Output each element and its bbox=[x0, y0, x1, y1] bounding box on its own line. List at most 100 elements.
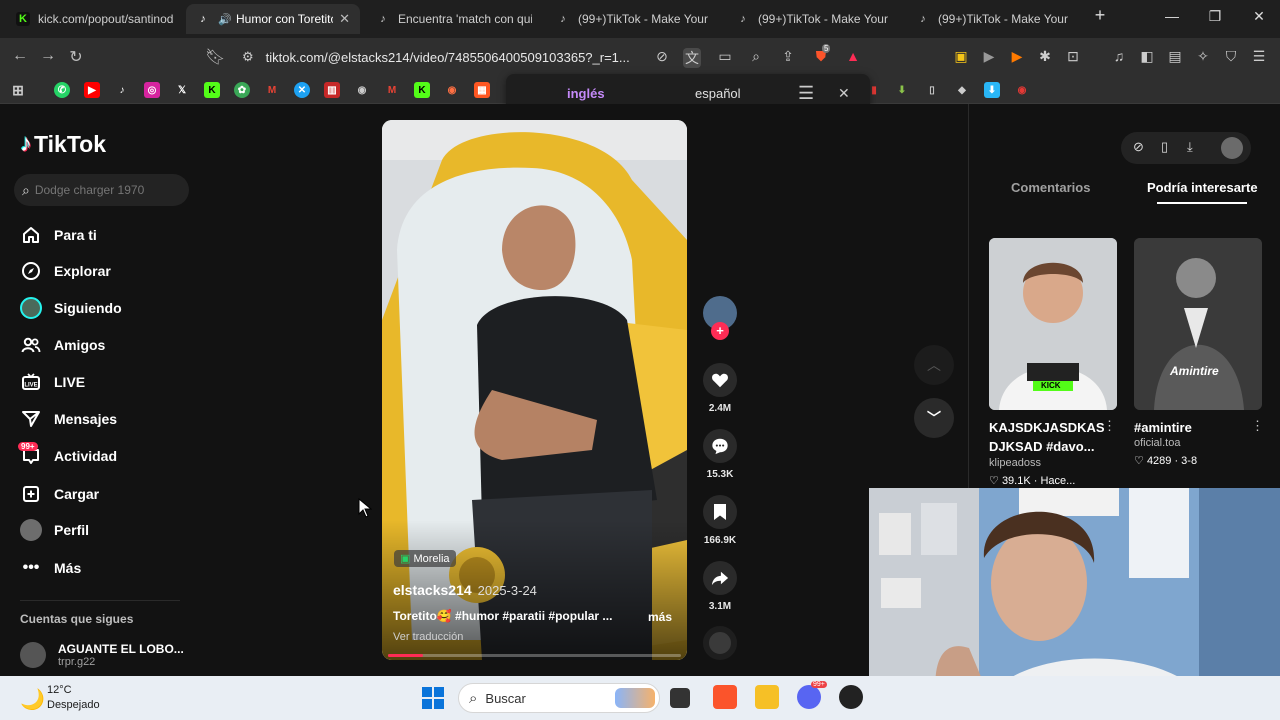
card-menu-icon-2[interactable]: ⋮ bbox=[1251, 418, 1264, 434]
tab-tiktok-5[interactable]: ♪ (99+)TikTok - Make Your D bbox=[906, 4, 1082, 34]
search-input[interactable] bbox=[34, 183, 175, 197]
translate-menu-icon[interactable]: ☰ bbox=[798, 83, 814, 104]
explore-icon[interactable]: ⊘ bbox=[1133, 139, 1144, 155]
video-progress-bar[interactable] bbox=[388, 654, 681, 657]
url-field[interactable]: ⚙ tiktok.com/@elstacks214/video/74855064… bbox=[240, 43, 870, 71]
nav-mas[interactable]: ••• Más bbox=[20, 553, 82, 583]
leo-icon[interactable]: ✧ bbox=[1194, 48, 1212, 65]
next-video-button[interactable]: ﹀ bbox=[914, 398, 954, 438]
music-icon[interactable]: ♫ bbox=[1110, 48, 1128, 64]
whatsapp-icon[interactable]: ✆ bbox=[54, 82, 70, 98]
back-icon[interactable]: ← bbox=[10, 47, 30, 65]
card-title-2[interactable]: #amintire bbox=[1134, 418, 1242, 437]
recommended-thumbnail-1[interactable]: KICK bbox=[989, 238, 1117, 410]
download-icon[interactable]: ⤓ bbox=[1187, 139, 1193, 155]
nav-siguiendo[interactable]: Siguiendo bbox=[20, 293, 122, 323]
app-taskbar-icon[interactable] bbox=[839, 685, 863, 709]
creator-avatar-button[interactable]: + bbox=[702, 296, 738, 340]
taskbar-search[interactable]: ⌕ Buscar bbox=[458, 683, 660, 713]
close-window-icon[interactable]: ✕ bbox=[1249, 8, 1269, 25]
card-user-2[interactable]: oficial.toa bbox=[1134, 437, 1180, 449]
share-icon[interactable]: ⇪ bbox=[779, 48, 797, 65]
gmail-bookmark-icon[interactable]: M bbox=[384, 82, 400, 98]
video-player[interactable]: ▣ Morelia elstacks214 2025-3-24 Toretito🥰… bbox=[382, 120, 687, 660]
task-view-icon[interactable] bbox=[670, 688, 690, 708]
download-blue-icon[interactable]: ⬇ bbox=[984, 82, 1000, 98]
tiktok-logo[interactable]: ♪ TikTok bbox=[20, 130, 106, 158]
discord-taskbar-icon[interactable]: 99+ bbox=[797, 681, 827, 709]
apps-grid-icon[interactable]: ⊞ bbox=[10, 82, 26, 98]
search-box[interactable]: ⌕ bbox=[14, 174, 189, 206]
forward-icon[interactable]: → bbox=[38, 47, 58, 65]
download-green-icon[interactable]: ⬇ bbox=[894, 82, 910, 98]
weather-temperature[interactable]: 12°C bbox=[47, 684, 72, 696]
close-tab-icon[interactable]: ✕ bbox=[339, 11, 350, 27]
file-explorer-icon[interactable] bbox=[755, 685, 779, 709]
share-button[interactable]: 3.1M bbox=[702, 561, 738, 612]
bookmark-green-icon[interactable]: ✿ bbox=[234, 82, 250, 98]
sidebar-toggle-icon[interactable]: ◧ bbox=[1138, 48, 1156, 65]
card-user-1[interactable]: klipeadoss bbox=[989, 457, 1041, 469]
bookmark-red-circle-icon[interactable]: ◉ bbox=[1014, 82, 1030, 98]
bookmark-icon[interactable]: 🔖︎ bbox=[205, 47, 225, 67]
new-tab-icon[interactable]: + bbox=[1090, 5, 1110, 26]
windows-start-icon[interactable] bbox=[422, 687, 444, 714]
reload-icon[interactable]: ↻ bbox=[66, 47, 86, 67]
cast-icon[interactable]: ▭ bbox=[716, 48, 734, 65]
diamond-icon[interactable]: ◆ bbox=[954, 82, 970, 98]
video-author[interactable]: elstacks214 2025-3-24 bbox=[393, 582, 537, 598]
save-button[interactable]: 166.9K bbox=[702, 495, 738, 546]
tab-encuentra[interactable]: ♪ Encuentra 'match con quin bbox=[366, 4, 542, 34]
sound-disc-button[interactable] bbox=[702, 626, 738, 660]
stats-bookmark-icon[interactable]: ▥ bbox=[324, 82, 340, 98]
brave-rewards-icon[interactable]: ▲ bbox=[844, 48, 862, 64]
tab-tiktok-3[interactable]: ♪ (99+)TikTok - Make Your D bbox=[546, 4, 722, 34]
nav-mensajes[interactable]: Mensajes bbox=[20, 404, 117, 434]
previous-video-button[interactable]: ︿ bbox=[914, 345, 954, 385]
recommended-thumbnail-2[interactable]: Amintire bbox=[1134, 238, 1262, 410]
nav-explorar[interactable]: Explorar bbox=[20, 256, 111, 286]
follow-plus-icon[interactable]: + bbox=[711, 322, 729, 340]
tiktok-bookmark-icon[interactable]: ♪ bbox=[114, 82, 130, 98]
phone-icon[interactable]: ▯ bbox=[1161, 139, 1168, 155]
site-settings-icon[interactable]: ⚙ bbox=[242, 49, 254, 65]
like-button[interactable]: 2.4M bbox=[702, 363, 738, 414]
restore-icon[interactable]: ❐ bbox=[1205, 8, 1225, 25]
nav-actividad[interactable]: 99+ Actividad bbox=[18, 441, 117, 471]
nav-live[interactable]: LIVE LIVE bbox=[20, 367, 85, 397]
see-translation-link[interactable]: Ver traducción bbox=[393, 631, 463, 643]
nav-amigos[interactable]: Amigos bbox=[20, 330, 105, 360]
x-icon[interactable]: 𝕏 bbox=[174, 82, 190, 98]
translate-source-lang[interactable]: inglés bbox=[567, 86, 605, 101]
more-button[interactable]: más bbox=[648, 610, 672, 624]
brave-shield-icon[interactable]: ⛊ 5 bbox=[812, 44, 831, 65]
menu-icon[interactable]: ☰ bbox=[1250, 48, 1268, 65]
wallet-ext-icon[interactable]: ▣ bbox=[952, 48, 970, 65]
doc-icon[interactable]: ▯ bbox=[924, 82, 940, 98]
tab-tiktok-4[interactable]: ♪ (99+)TikTok - Make Your D bbox=[726, 4, 902, 34]
comment-button[interactable]: 15.3K bbox=[702, 429, 738, 480]
gmail-icon[interactable]: M bbox=[264, 82, 280, 98]
following-account[interactable]: AGUANTE EL LOBO... trpr.g22 bbox=[20, 642, 184, 668]
kick-bookmark-icon[interactable]: K bbox=[204, 82, 220, 98]
card-title-1[interactable]: KAJSDKJASDKAS DJKSAD #davo... bbox=[989, 418, 1105, 456]
weather-moon-icon[interactable]: 🌙 bbox=[20, 687, 45, 712]
kick-bookmark-icon-2[interactable]: K bbox=[414, 82, 430, 98]
bookmark-blue-icon[interactable]: ✕ bbox=[294, 82, 310, 98]
media-ext-icon[interactable]: ▶ bbox=[1008, 48, 1026, 65]
extensions-icon[interactable]: ✱ bbox=[1036, 48, 1054, 65]
nav-para-ti[interactable]: Para ti bbox=[20, 220, 97, 250]
vpn-icon[interactable]: ⛉ bbox=[1222, 48, 1240, 65]
wallet-icon[interactable]: ▤ bbox=[1166, 48, 1184, 65]
youtube-icon[interactable]: ▶ bbox=[84, 82, 100, 98]
tab-you-may-like[interactable]: Podría interesarte bbox=[1147, 180, 1258, 195]
tab-kick[interactable]: K kick.com/popout/santinod bbox=[6, 4, 184, 34]
brave-taskbar-icon[interactable] bbox=[713, 685, 737, 709]
translate-icon[interactable]: 文 bbox=[683, 48, 701, 68]
zoom-icon[interactable]: ⌕ bbox=[747, 48, 765, 65]
play-ext-icon[interactable]: ▶ bbox=[980, 48, 998, 65]
tab-humor-toretito[interactable]: ♪ 🔊 Humor con Toretito ✕ bbox=[186, 4, 360, 34]
minimize-icon[interactable]: — bbox=[1162, 8, 1182, 24]
location-chip[interactable]: ▣ Morelia bbox=[394, 550, 456, 567]
no-video-icon[interactable]: ⊘ bbox=[653, 48, 671, 65]
